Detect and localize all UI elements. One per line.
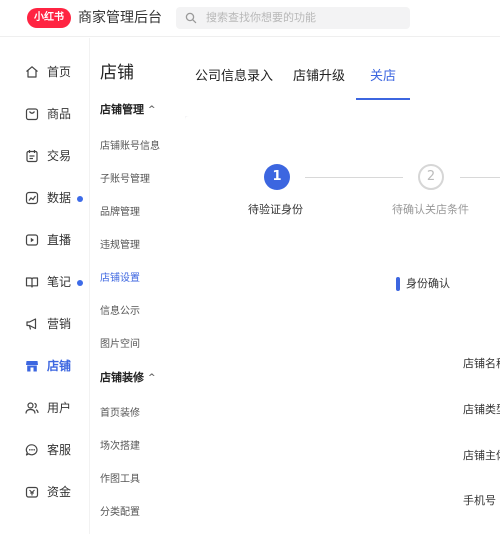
step-connector: [460, 177, 500, 178]
tab-bar: 公司信息录入 店铺升级 关店: [185, 38, 500, 116]
search-placeholder: 搜索查找你想要的功能: [206, 11, 316, 24]
wallet-icon: [25, 486, 39, 498]
subnav-item-design-tool[interactable]: 作图工具: [100, 472, 140, 488]
nav-label: 营销: [47, 317, 72, 331]
top-bar: 小红书 商家管理后台 搜索查找你想要的功能: [0, 0, 500, 37]
search-input[interactable]: 搜索查找你想要的功能: [176, 7, 410, 29]
chart-icon: [25, 191, 39, 205]
section-title: 身份确认: [406, 277, 450, 290]
nav-item-trade[interactable]: 交易: [0, 144, 89, 168]
notification-dot: [77, 280, 83, 286]
users-icon: [25, 402, 39, 414]
subnav-item-homepage-decor[interactable]: 首页装修: [100, 406, 140, 422]
nav-label: 直播: [47, 233, 72, 247]
search-icon: [185, 12, 197, 24]
trade-icon: [26, 150, 38, 163]
field-label-phone: 手机号: [463, 494, 496, 507]
field-label-store-type: 店铺类型: [463, 403, 500, 416]
nav-label: 客服: [47, 443, 72, 457]
step-1-indicator: 1: [264, 164, 290, 190]
book-icon: [25, 277, 39, 288]
main-nav: 首页 商品 交易 数据 直播 笔记 营销 店铺 用户 客服 资金: [0, 38, 89, 534]
nav-item-users[interactable]: 用户: [0, 396, 89, 420]
step-2-indicator: 2: [418, 164, 444, 190]
step-1-label: 待验证身份: [248, 203, 303, 216]
nav-item-notes[interactable]: 笔记: [0, 270, 89, 294]
section-accent-bar: [396, 277, 400, 291]
nav-item-home[interactable]: 首页: [0, 60, 89, 84]
nav-item-products[interactable]: 商品: [0, 102, 89, 126]
subnav-item-brand[interactable]: 品牌管理: [100, 205, 140, 221]
app-title: 商家管理后台: [78, 10, 162, 26]
notification-dot: [77, 196, 83, 202]
subnav-item-session-build[interactable]: 场次搭建: [100, 439, 140, 455]
sub-nav: 店铺 店铺管理 ^ 店铺账号信息 子账号管理 品牌管理 违规管理 店铺设置 信息公…: [89, 38, 185, 534]
nav-label: 首页: [47, 65, 72, 79]
tab-company-info[interactable]: 公司信息录入: [195, 67, 273, 87]
subnav-item-store-settings[interactable]: 店铺设置: [100, 271, 140, 287]
step-connector: [305, 177, 403, 178]
chevron-up-icon: ^: [148, 105, 156, 115]
nav-label: 笔记: [47, 275, 72, 289]
nav-label: 店铺: [47, 359, 72, 373]
live-icon: [25, 234, 39, 246]
subnav-item-sub-accounts[interactable]: 子账号管理: [100, 172, 150, 188]
nav-label: 交易: [47, 149, 72, 163]
nav-item-funds[interactable]: 资金: [0, 480, 89, 504]
subnav-item-account-info[interactable]: 店铺账号信息: [100, 139, 160, 155]
content-card: 1 2 待验证身份 待确认关店条件 身份确认 店铺名称 店铺类型 店铺主体 手机…: [185, 116, 500, 534]
subnav-item-image-space[interactable]: 图片空间: [100, 337, 140, 353]
nav-item-marketing[interactable]: 营销: [0, 312, 89, 336]
nav-label: 商品: [47, 107, 72, 121]
nav-label: 用户: [47, 401, 72, 415]
subnav-group-label: 店铺装修: [100, 371, 144, 384]
product-icon: [25, 108, 39, 121]
subnav-item-category-config[interactable]: 分类配置: [100, 505, 140, 521]
subnav-group-label: 店铺管理: [100, 103, 144, 116]
nav-label: 资金: [47, 485, 72, 499]
nav-item-data[interactable]: 数据: [0, 186, 89, 210]
tab-close-store[interactable]: 关店: [370, 67, 396, 87]
home-icon: [26, 66, 38, 78]
step-2-label: 待确认关店条件: [392, 203, 469, 216]
nav-item-store[interactable]: 店铺: [0, 354, 89, 378]
field-label-store-entity: 店铺主体: [463, 449, 500, 462]
brand-logo[interactable]: 小红书: [27, 8, 71, 28]
megaphone-icon: [26, 318, 37, 330]
subnav-group-store-management[interactable]: 店铺管理 ^: [100, 102, 156, 119]
subnav-item-public-info[interactable]: 信息公示: [100, 304, 140, 320]
store-icon: [26, 361, 38, 372]
field-label-store-name: 店铺名称: [463, 357, 500, 370]
active-tab-indicator: [356, 98, 410, 100]
subnav-group-store-decoration[interactable]: 店铺装修 ^: [100, 370, 156, 387]
chevron-up-icon: ^: [148, 373, 156, 383]
main-panel: 公司信息录入 店铺升级 关店 1 2 待验证身份 待确认关店条件 身份确认 店铺…: [185, 38, 500, 534]
subnav-item-violations[interactable]: 违规管理: [100, 238, 140, 254]
chat-icon: [25, 444, 38, 456]
tab-store-upgrade[interactable]: 店铺升级: [293, 67, 345, 87]
nav-item-support[interactable]: 客服: [0, 438, 89, 462]
nav-item-live[interactable]: 直播: [0, 228, 89, 252]
nav-label: 数据: [47, 191, 72, 205]
subnav-title: 店铺: [100, 63, 134, 83]
